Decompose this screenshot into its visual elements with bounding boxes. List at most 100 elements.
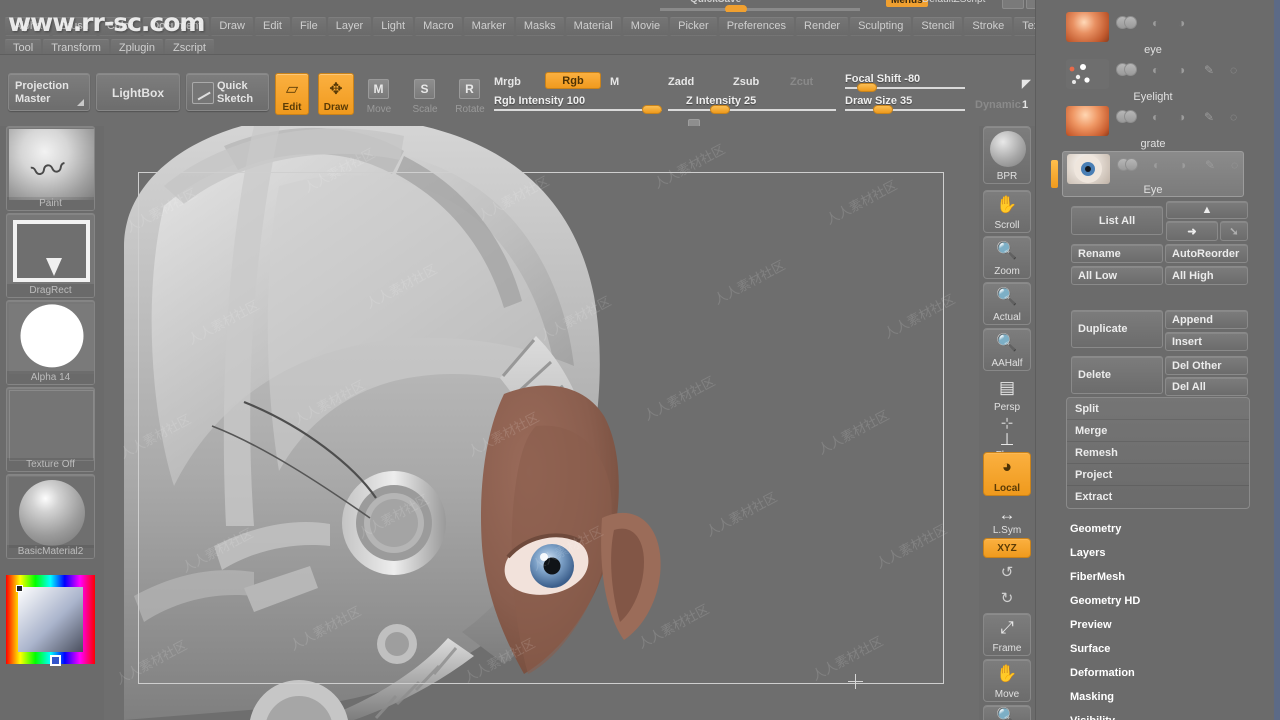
color-picker-hue-marker[interactable] (50, 655, 61, 666)
rotate-z-icon[interactable]: ↻ (979, 589, 1035, 607)
split-icon[interactable]: ◑ (1178, 64, 1194, 76)
local-transform-button[interactable]: ◕ Local (983, 452, 1031, 496)
move-tool-button[interactable]: ✋ Move (983, 659, 1031, 702)
tray-scrollbar[interactable] (1274, 0, 1280, 720)
menu-item-file[interactable]: File (291, 16, 326, 36)
z-intensity-knob[interactable] (710, 105, 730, 114)
zoom-tool-button[interactable]: 🔍 (983, 705, 1031, 720)
visibility-toggle-icon[interactable] (1116, 16, 1142, 29)
projection-master-button[interactable]: Projection Master (8, 73, 90, 111)
all-low-button[interactable]: All Low (1071, 266, 1163, 285)
paint-brush-icon[interactable]: ✎ (1204, 64, 1220, 76)
list-all-button[interactable]: List All (1071, 206, 1163, 235)
operation-extract[interactable]: Extract (1067, 486, 1249, 508)
del-other-button[interactable]: Del Other (1165, 356, 1248, 375)
texture-palette-swatch[interactable]: Texture Off (6, 387, 95, 472)
palette-section-visibility[interactable]: Visibility (1070, 715, 1115, 720)
lightbox-button[interactable]: LightBox (96, 73, 180, 111)
half-circle-icon[interactable]: ◐ (1152, 64, 1168, 76)
draw-mode-button[interactable]: ✥ Draw (318, 73, 354, 115)
menu-item-edit[interactable]: Edit (255, 16, 290, 36)
auto-reorder-button[interactable]: AutoReorder (1165, 244, 1248, 263)
menu-item-picker[interactable]: Picker (670, 16, 717, 36)
zoom-button[interactable]: 🔍 Zoom (983, 236, 1031, 279)
menu-item-marker[interactable]: Marker (463, 16, 514, 36)
material-palette-swatch[interactable]: BasicMaterial2 (6, 474, 95, 559)
z-intensity-track[interactable] (668, 109, 836, 111)
xyz-button[interactable]: XYZ (983, 538, 1031, 558)
eye-outline-icon[interactable]: ◌ (1230, 64, 1246, 76)
half-circle-icon[interactable]: ◐ (1152, 17, 1168, 29)
operation-project[interactable]: Project (1067, 464, 1249, 486)
rotate-y-icon[interactable]: ↺ (979, 563, 1035, 581)
menu-item-macro[interactable]: Macro (415, 16, 462, 36)
titlebar-icon-button-1[interactable] (1002, 0, 1024, 9)
menu-item-draw[interactable]: Draw (211, 16, 253, 36)
focal-shift-knob[interactable] (857, 83, 877, 92)
subtool-row-icons[interactable]: ◐ ◑ (1116, 16, 1194, 29)
quicksave-slider-track[interactable] (660, 8, 860, 11)
palette-section-masking[interactable]: Masking (1070, 691, 1114, 703)
palette-section-fibermesh[interactable]: FiberMesh (1070, 571, 1125, 583)
local-symmetry-button[interactable]: ↔ L.Sym (983, 501, 1031, 537)
color-picker-field[interactable] (18, 587, 83, 652)
del-all-button[interactable]: Del All (1165, 377, 1248, 396)
half-circle-icon[interactable]: ◐ (1152, 111, 1168, 123)
operation-merge[interactable]: Merge (1067, 420, 1249, 442)
rgb-button[interactable]: Rgb (545, 72, 601, 89)
persp-button[interactable]: ▤ Persp (983, 374, 1031, 414)
delete-button[interactable]: Delete (1071, 356, 1163, 394)
frame-button[interactable]: ⤢ Frame (983, 613, 1031, 656)
visibility-toggle-icon[interactable] (1117, 158, 1143, 171)
menu-item-preferences[interactable]: Preferences (718, 16, 795, 36)
menu-item-movie[interactable]: Movie (622, 16, 669, 36)
split-icon[interactable]: ◑ (1179, 159, 1195, 171)
scale-mode-button[interactable]: S Scale (408, 79, 442, 115)
draw-size-track[interactable] (845, 109, 965, 111)
menu-item-layer[interactable]: Layer (327, 16, 372, 36)
subtool-row-icons[interactable]: ◐ ◑ ✎ ◌ (1116, 110, 1246, 123)
color-picker[interactable] (6, 575, 95, 666)
palette-section-deformation[interactable]: Deformation (1070, 667, 1135, 679)
subtool-row-eye[interactable]: ◐ ◑ ✎ ◌ Eye (1051, 151, 1247, 197)
menu-item-light[interactable]: Light (373, 16, 414, 36)
paint-brush-icon[interactable]: ✎ (1204, 111, 1220, 123)
all-high-button[interactable]: All High (1165, 266, 1248, 285)
quick-sketch-button[interactable]: Quick Sketch (186, 73, 269, 111)
split-icon[interactable]: ◑ (1178, 17, 1194, 29)
scroll-button[interactable]: ✋ Scroll (983, 190, 1031, 233)
subtool-row-eye[interactable]: ◐ ◑ eye (1062, 10, 1244, 56)
rgb-intensity-track[interactable] (494, 109, 662, 111)
operation-remesh[interactable]: Remesh (1067, 442, 1249, 464)
rotate-mode-button[interactable]: R Rotate (453, 79, 487, 115)
palette-section-layers[interactable]: Layers (1070, 547, 1105, 559)
color-picker-marker[interactable] (16, 585, 23, 592)
zadd-button[interactable]: Zadd (668, 76, 694, 88)
subtool-row-eyelight[interactable]: ◐ ◑ ✎ ◌ Eyelight (1062, 57, 1244, 103)
alpha-palette-swatch[interactable]: Alpha 14 (6, 300, 95, 385)
menu-item-sculpting[interactable]: Sculpting (850, 16, 912, 36)
stroke-palette-swatch[interactable]: DragRect (6, 213, 95, 298)
rgb-intensity-knob[interactable] (642, 105, 662, 114)
half-circle-icon[interactable]: ◐ (1153, 159, 1169, 171)
actual-size-button[interactable]: 🔍 Actual (983, 282, 1031, 325)
move-subtool-right-button[interactable]: ➜ (1166, 221, 1218, 241)
duplicate-button[interactable]: Duplicate (1071, 310, 1163, 348)
palette-section-geometry-hd[interactable]: Geometry HD (1070, 595, 1140, 607)
bpr-render-button[interactable]: BPR (983, 126, 1031, 184)
paint-brush-icon[interactable]: ✎ (1205, 159, 1221, 171)
subtool-row-icons[interactable]: ◐ ◑ ✎ ◌ (1117, 158, 1247, 171)
visibility-toggle-icon[interactable] (1116, 110, 1142, 123)
visibility-toggle-icon[interactable] (1116, 63, 1142, 76)
palette-section-surface[interactable]: Surface (1070, 643, 1110, 655)
eye-outline-icon[interactable]: ◌ (1231, 159, 1247, 171)
m-button[interactable]: M (610, 76, 619, 88)
brush-palette-swatch[interactable]: 〰 Paint (6, 126, 95, 211)
split-icon[interactable]: ◑ (1178, 111, 1194, 123)
zsub-button[interactable]: Zsub (733, 76, 759, 88)
subtool-row-icons[interactable]: ◐ ◑ ✎ ◌ (1116, 63, 1246, 76)
insert-button[interactable]: Insert (1165, 332, 1248, 351)
shelf-right-arrow-icon[interactable]: ◤ (1022, 77, 1030, 90)
menu-item-render[interactable]: Render (796, 16, 849, 36)
canvas-viewport[interactable]: 人人素材社区 人人素材社区 人人素材社区 人人素材社区 人人素材社区 人人素材社… (104, 126, 979, 720)
